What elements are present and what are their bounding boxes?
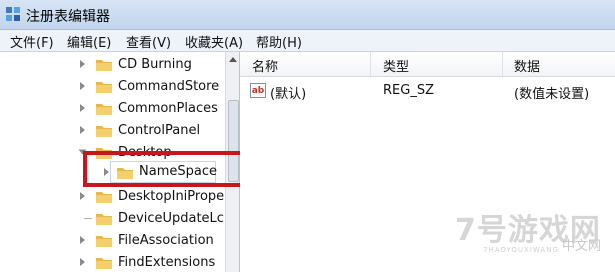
- folder-icon: [96, 258, 112, 269]
- tree-item-controlpanel[interactable]: ControlPanel: [0, 120, 225, 142]
- tree-item-label: FileAssociation: [118, 233, 214, 248]
- tree-item-desktopinipropertymap[interactable]: DesktopIniPrope: [0, 186, 225, 208]
- tree-item-findextensions[interactable]: FindExtensions: [0, 252, 225, 272]
- window-title: 注册表编辑器: [26, 9, 110, 25]
- tree-item-label: CommandStore: [118, 79, 220, 94]
- tree-item-deviceupdatelocations[interactable]: DeviceUpdateLc: [0, 208, 225, 230]
- menu-favorites[interactable]: 收藏夹(A): [185, 32, 243, 51]
- tree-connector-line: [84, 218, 92, 219]
- tree-item-commonplaces[interactable]: CommonPlaces: [0, 98, 225, 120]
- expand-arrow-icon[interactable]: [80, 104, 85, 112]
- tree-item-label: CD Burning: [118, 57, 192, 72]
- watermark: 7号游戏网 7HAOYOUXIWANG 中文网: [455, 205, 615, 272]
- expand-arrow-icon[interactable]: [80, 192, 85, 200]
- column-header-name[interactable]: 名称: [252, 56, 278, 75]
- folder-icon: [96, 192, 112, 203]
- expand-arrow-icon[interactable]: [80, 236, 85, 244]
- title-bar: 注册表编辑器: [0, 0, 615, 30]
- menu-help[interactable]: 帮助(H): [256, 32, 302, 51]
- menu-view[interactable]: 查看(V): [126, 32, 171, 51]
- tree-item-label: DeviceUpdateLc: [118, 211, 224, 226]
- folder-icon: [96, 60, 112, 71]
- menu-bar: 文件(F) 编辑(E) 查看(V) 收藏夹(A) 帮助(H): [0, 30, 615, 52]
- folder-icon: [96, 214, 112, 225]
- expand-arrow-icon[interactable]: [80, 60, 85, 68]
- tree-item-label: ControlPanel: [118, 123, 201, 138]
- expand-arrow-icon[interactable]: [80, 82, 85, 90]
- watermark-cn: 中文网: [562, 239, 602, 254]
- value-data: (数值未设置): [514, 87, 590, 102]
- column-header-type[interactable]: 类型: [383, 56, 409, 75]
- list-header: 名称 类型 数据: [240, 52, 615, 77]
- watermark-sub: 7HAOYOUXIWANG: [483, 246, 559, 254]
- registry-editor-icon: [6, 7, 20, 21]
- tree-item-cd-burning[interactable]: CD Burning: [0, 54, 225, 76]
- list-row-default[interactable]: ab (默认) REG_SZ (数值未设置): [240, 80, 615, 102]
- tree-item-label: CommonPlaces: [118, 101, 218, 116]
- folder-icon: [96, 126, 112, 137]
- string-value-icon: ab: [250, 83, 266, 98]
- menu-edit[interactable]: 编辑(E): [67, 32, 111, 51]
- value-name: (默认): [270, 87, 307, 102]
- expand-arrow-icon[interactable]: [80, 258, 85, 266]
- folder-icon: [96, 104, 112, 115]
- menu-file[interactable]: 文件(F): [10, 32, 54, 51]
- folder-icon: [96, 236, 112, 247]
- tree-item-fileassociation[interactable]: FileAssociation: [0, 230, 225, 252]
- column-divider[interactable]: [370, 52, 371, 76]
- column-header-data[interactable]: 数据: [514, 56, 540, 75]
- scroll-up-arrow-icon[interactable]: [229, 57, 237, 62]
- tree-item-commandstore[interactable]: CommandStore: [0, 76, 225, 98]
- expand-arrow-icon[interactable]: [80, 126, 85, 134]
- column-divider[interactable]: [502, 52, 503, 76]
- tree-item-label: FindExtensions: [118, 255, 216, 270]
- tree-item-label: DesktopIniPrope: [118, 189, 225, 204]
- folder-icon: [96, 82, 112, 93]
- value-type: REG_SZ: [383, 83, 434, 98]
